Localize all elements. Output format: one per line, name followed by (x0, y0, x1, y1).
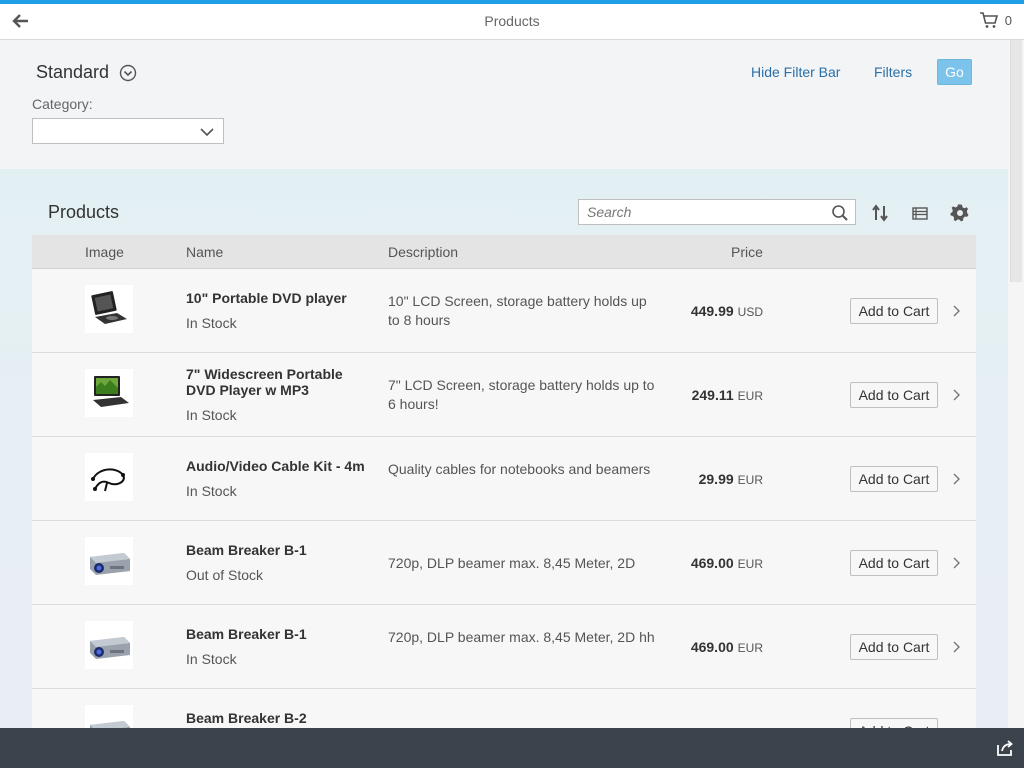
gear-icon[interactable] (949, 202, 971, 224)
shell-header: Products 0 (0, 0, 1024, 40)
add-to-cart-button[interactable]: Add to Cart (850, 466, 938, 492)
filter-bar: Standard Hide Filter Bar Filters Go Cate… (0, 40, 1008, 169)
sort-icon[interactable] (869, 202, 891, 224)
product-description: 10" LCD Screen, storage battery holds up… (388, 293, 647, 328)
stock-status: In Stock (186, 407, 237, 423)
column-header-name[interactable]: Name (186, 244, 223, 260)
hide-filter-bar-link[interactable]: Hide Filter Bar (751, 64, 840, 80)
column-settings-icon[interactable] (909, 202, 931, 224)
price-amount: 469.00 (690, 639, 734, 655)
add-to-cart-button[interactable]: Add to Cart (850, 382, 938, 408)
search-input[interactable] (587, 200, 827, 224)
table-row[interactable]: Beam Breaker B-1 Out of Stock 720p, DLP … (32, 521, 976, 605)
page-title: Products (484, 13, 540, 29)
product-name: Audio/Video Cable Kit - 4m (186, 458, 365, 474)
chevron-right-icon[interactable] (952, 472, 962, 486)
price-amount: 249.11 (691, 387, 734, 403)
table-header: Image Name Description Price (32, 235, 976, 269)
chevron-down-icon (200, 128, 214, 137)
cable-kit-icon (85, 453, 133, 501)
go-button[interactable]: Go (937, 59, 972, 85)
column-header-image[interactable]: Image (85, 244, 124, 260)
product-price: 249.11 EUR (692, 387, 763, 403)
product-name: Beam Breaker B-2 (186, 710, 307, 726)
scrollbar-thumb[interactable] (1010, 40, 1022, 282)
projector-icon (85, 537, 133, 585)
cart-icon (979, 12, 998, 28)
projector-icon (85, 621, 133, 669)
column-header-description[interactable]: Description (388, 244, 458, 260)
product-price: 449.99 USD (691, 303, 763, 319)
product-description: 720p, DLP beamer max. 8,45 Meter, 2D hh (388, 629, 655, 645)
variant-name: Standard (36, 62, 110, 82)
product-name: 7" Widescreen Portable DVD Player w MP3 (186, 366, 343, 398)
product-description: 7" LCD Screen, storage battery holds up … (388, 377, 655, 412)
price-amount: 449.99 (690, 303, 734, 319)
chevron-circle-down-icon (119, 64, 137, 81)
product-price: 469.00 EUR (691, 555, 763, 571)
category-select[interactable] (32, 118, 224, 144)
cart-count: 0 (1004, 12, 1012, 28)
chevron-right-icon[interactable] (952, 640, 962, 654)
filters-link[interactable]: Filters (874, 64, 912, 80)
chevron-right-icon[interactable] (952, 556, 962, 570)
search-icon[interactable] (831, 204, 849, 227)
price-amount: 469.00 (690, 555, 734, 571)
product-name: 10" Portable DVD player (186, 290, 347, 306)
products-panel: Products Image Name Description Price 10… (0, 169, 1008, 728)
product-description: Quality cables for notebooks and beamers (388, 461, 651, 477)
table-row[interactable]: Beam Breaker B-2 Add to Cart (32, 689, 976, 728)
table-row[interactable]: 10" Portable DVD player In Stock 10" LCD… (32, 269, 976, 353)
table-row[interactable]: Beam Breaker B-1 In Stock 720p, DLP beam… (32, 605, 976, 689)
dvd-player-icon (85, 285, 133, 333)
chevron-right-icon[interactable] (952, 304, 962, 318)
variant-selector[interactable]: Standard (36, 62, 137, 83)
stock-status: Out of Stock (186, 567, 264, 583)
footer-toolbar (0, 728, 1024, 768)
product-price: 29.99 EUR (699, 471, 763, 487)
price-currency: EUR (737, 389, 763, 403)
price-currency: EUR (737, 641, 763, 655)
projector-icon (85, 705, 133, 728)
column-header-price[interactable]: Price (731, 244, 763, 260)
stock-status: In Stock (186, 651, 237, 667)
add-to-cart-button[interactable]: Add to Cart (850, 550, 938, 576)
price-currency: EUR (737, 557, 763, 571)
product-description: 720p, DLP beamer max. 8,45 Meter, 2D (388, 555, 636, 571)
product-name: Beam Breaker B-1 (186, 626, 307, 642)
price-currency: USD (737, 305, 763, 319)
price-amount: 29.99 (698, 471, 734, 487)
price-currency: EUR (737, 473, 763, 487)
search-field[interactable] (578, 199, 856, 225)
table-row[interactable]: Audio/Video Cable Kit - 4m In Stock Qual… (32, 437, 976, 521)
add-to-cart-button[interactable]: Add to Cart (850, 718, 938, 728)
dvd-player-widescreen-icon (85, 369, 133, 417)
stock-status: In Stock (186, 483, 237, 499)
chevron-right-icon[interactable] (952, 388, 962, 402)
stock-status: In Stock (186, 315, 237, 331)
table-title: Products (48, 202, 120, 222)
table-row[interactable]: 7" Widescreen Portable DVD Player w MP3 … (32, 353, 976, 437)
cart-button[interactable]: 0 (979, 10, 1012, 30)
category-label: Category: (32, 96, 93, 112)
add-to-cart-button[interactable]: Add to Cart (850, 634, 938, 660)
product-name: Beam Breaker B-1 (186, 542, 307, 558)
share-icon[interactable] (996, 739, 1014, 762)
add-to-cart-button[interactable]: Add to Cart (850, 298, 938, 324)
product-price: 469.00 EUR (691, 639, 763, 655)
